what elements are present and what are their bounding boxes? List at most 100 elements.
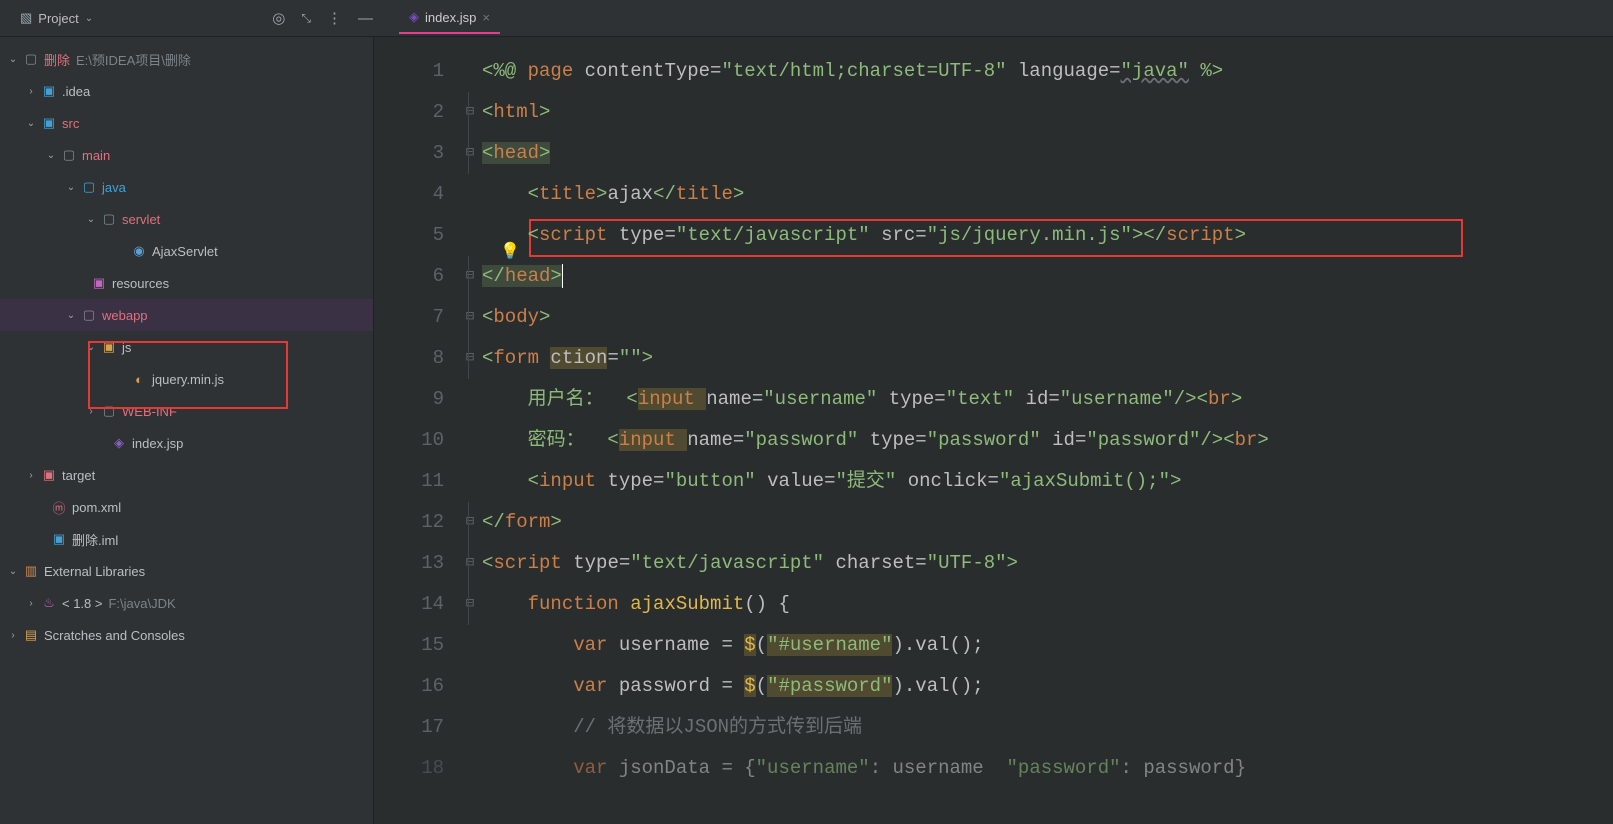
code-line[interactable]: 18 var jsonData = {"username": username …: [374, 748, 1613, 789]
scratches-icon: ▤: [22, 627, 40, 643]
code-line[interactable]: 5 <script type="text/javascript" src="js…: [374, 215, 1613, 256]
code-line[interactable]: 1 <%@ page contentType="text/html;charse…: [374, 51, 1613, 92]
tree-label: index.jsp: [132, 436, 183, 451]
tree-scratches[interactable]: ▤ Scratches and Consoles: [0, 619, 373, 651]
code-line[interactable]: 15 var username = $("#username").val();: [374, 625, 1613, 666]
tree-root-project[interactable]: ▢ 删除 E:\预IDEA项目\删除: [0, 43, 373, 75]
line-number: 10: [374, 420, 458, 461]
tree-label: External Libraries: [44, 564, 145, 579]
line-number: 4: [374, 174, 458, 215]
tab-index-jsp[interactable]: ◈ index.jsp ×: [399, 2, 500, 34]
fold-gutter[interactable]: ⊟: [458, 297, 482, 338]
settings-menu-icon[interactable]: ⋮: [327, 9, 342, 27]
tree-label: 删除: [44, 50, 70, 69]
tree-jdk[interactable]: ♨ < 1.8 > F:\java\JDK: [0, 587, 373, 619]
code-line[interactable]: 11 <input type="button" value="提交" oncli…: [374, 461, 1613, 502]
tree-label: java: [102, 180, 126, 195]
code-line[interactable]: 17 // 将数据以JSON的方式传到后端: [374, 707, 1613, 748]
class-icon: ◉: [130, 243, 148, 259]
code-line[interactable]: 10 密码： <input name="password" type="pass…: [374, 420, 1613, 461]
hide-icon[interactable]: —: [358, 10, 373, 27]
folder-icon: ▢: [80, 307, 98, 323]
tree-target[interactable]: ▣ target: [0, 459, 373, 491]
tree-label: 删除.iml: [72, 530, 118, 549]
line-number: 8: [374, 338, 458, 379]
folder-icon: ▣: [40, 115, 58, 131]
code-line[interactable]: 12 ⊟ </form>: [374, 502, 1613, 543]
code-line[interactable]: 2 ⊟ <html>: [374, 92, 1613, 133]
code-line[interactable]: 13 ⊟ <script type="text/javascript" char…: [374, 543, 1613, 584]
code-line[interactable]: 16 var password = $("#password").val();: [374, 666, 1613, 707]
tree-label: .idea: [62, 84, 90, 99]
tree-external-libraries[interactable]: ▥ External Libraries: [0, 555, 373, 587]
code-line[interactable]: 7 ⊟ <body>: [374, 297, 1613, 338]
code-line[interactable]: 6 ⊟ </head>: [374, 256, 1613, 297]
select-opened-file-icon[interactable]: ◎: [272, 9, 285, 27]
folder-icon: ▢: [100, 211, 118, 227]
line-number: 14: [374, 584, 458, 625]
close-tab-icon[interactable]: ×: [482, 10, 490, 25]
line-number: 16: [374, 666, 458, 707]
code-editor[interactable]: 💡 1 <%@ page contentType="text/html;char…: [374, 37, 1613, 824]
folder-icon: ▣: [40, 467, 58, 483]
code-line[interactable]: 3 ⊟ <head>: [374, 133, 1613, 174]
tree-label: src: [62, 116, 79, 131]
line-number: 18: [374, 748, 458, 789]
editor-tabs: ◈ index.jsp ×: [393, 2, 500, 34]
code-line[interactable]: 4 <title>ajax</title>: [374, 174, 1613, 215]
tree-label: main: [82, 148, 110, 163]
tree-label: Scratches and Consoles: [44, 628, 185, 643]
tree-main[interactable]: ▢ main: [0, 139, 373, 171]
highlight-annotation-sidebar: [88, 341, 288, 409]
fold-gutter[interactable]: ⊟: [458, 338, 482, 379]
jdk-icon: ♨: [40, 595, 58, 611]
topbar: ▧ Project ⌄ ◎ ⤡ ⋮ — ◈ index.jsp ×: [0, 0, 1613, 37]
tree-label: < 1.8 >: [62, 596, 102, 611]
chevron-down-icon: ⌄: [85, 13, 93, 24]
tree-idea[interactable]: ▣ .idea: [0, 75, 373, 107]
fold-gutter[interactable]: ⊟: [458, 133, 482, 174]
resources-icon: ▣: [90, 275, 108, 291]
tree-path: F:\java\JDK: [108, 596, 175, 611]
tree-index-jsp[interactable]: ◈ index.jsp: [0, 427, 373, 459]
project-icon: ▧: [20, 10, 32, 26]
line-number: 12: [374, 502, 458, 543]
line-number: 9: [374, 379, 458, 420]
code-line[interactable]: 9 用户名： <input name="username" type="text…: [374, 379, 1613, 420]
library-icon: ▥: [22, 563, 40, 579]
folder-icon: ▢: [22, 51, 40, 67]
tree-iml[interactable]: ▣ 删除.iml: [0, 523, 373, 555]
line-number: 15: [374, 625, 458, 666]
line-number: 2: [374, 92, 458, 133]
tree-ajaxservlet[interactable]: ◉ AjaxServlet: [0, 235, 373, 267]
jsp-file-icon: ◈: [409, 9, 419, 25]
project-label: Project: [38, 11, 78, 26]
fold-gutter[interactable]: ⊟: [458, 502, 482, 543]
tree-src[interactable]: ▣ src: [0, 107, 373, 139]
code-line[interactable]: 8 ⊟ <form ction="">: [374, 338, 1613, 379]
collapse-all-icon[interactable]: ⤡: [301, 11, 311, 26]
tree-label: pom.xml: [72, 500, 121, 515]
tree-java[interactable]: ▢ java: [0, 171, 373, 203]
tree-servlet[interactable]: ▢ servlet: [0, 203, 373, 235]
project-tree[interactable]: ▢ 删除 E:\预IDEA项目\删除 ▣ .idea ▣ src ▢ main: [0, 37, 374, 824]
fold-gutter[interactable]: ⊟: [458, 543, 482, 584]
tree-label: webapp: [102, 308, 148, 323]
fold-gutter[interactable]: ⊟: [458, 584, 482, 625]
tree-label: target: [62, 468, 95, 483]
fold-gutter[interactable]: ⊟: [458, 256, 482, 297]
fold-gutter[interactable]: ⊟: [458, 92, 482, 133]
folder-icon: ▢: [60, 147, 78, 163]
tree-path: E:\预IDEA项目\删除: [76, 50, 191, 69]
line-number: 1: [374, 51, 458, 92]
line-number: 11: [374, 461, 458, 502]
line-number: 13: [374, 543, 458, 584]
project-dropdown[interactable]: ▧ Project ⌄: [20, 10, 93, 26]
line-number: 7: [374, 297, 458, 338]
line-number: 17: [374, 707, 458, 748]
tree-pom[interactable]: ⓜ pom.xml: [0, 491, 373, 523]
tree-resources[interactable]: ▣ resources: [0, 267, 373, 299]
code-line[interactable]: 14 ⊟ function ajaxSubmit() {: [374, 584, 1613, 625]
iml-file-icon: ▣: [50, 531, 68, 547]
tree-webapp[interactable]: ▢ webapp: [0, 299, 373, 331]
